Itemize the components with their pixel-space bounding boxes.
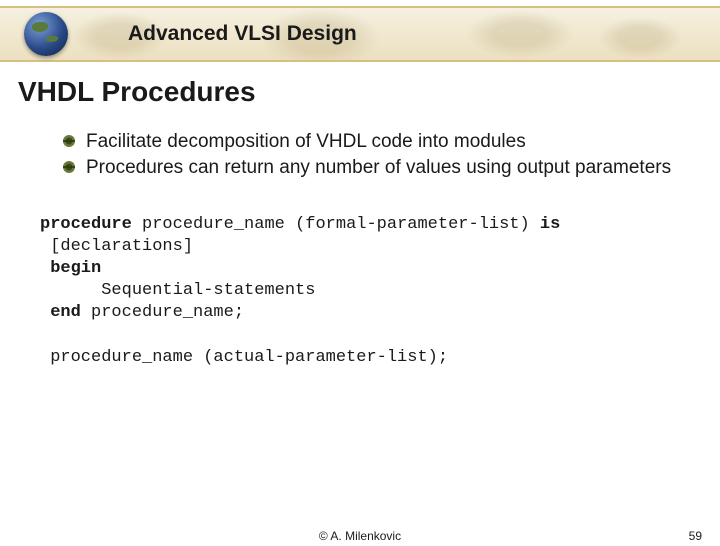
code-line: procedure procedure_name (formal-paramet…: [40, 214, 720, 236]
code-text: procedure_name: [132, 215, 295, 234]
keyword-is: is: [540, 215, 560, 234]
keyword-end: end: [40, 303, 81, 322]
bullet-dot-icon: [62, 160, 76, 174]
code-line: procedure_name (actual-parameter-list);: [40, 348, 720, 367]
bullet-text: Facilitate decomposition of VHDL code in…: [86, 130, 526, 154]
code-text: (formal-parameter-list): [295, 215, 540, 234]
code-line: begin: [40, 258, 720, 280]
header-map-background: [0, 8, 720, 60]
code-line: [declarations]: [40, 236, 720, 258]
footer-copyright: © A. Milenkovic: [319, 529, 401, 543]
code-line: Sequential-statements: [40, 280, 720, 302]
bullet-text: Procedures can return any number of valu…: [86, 156, 671, 180]
slide-title: VHDL Procedures: [18, 76, 720, 108]
globe-icon: [24, 12, 68, 56]
code-text: [declarations]: [40, 237, 193, 256]
bullet-list: Facilitate decomposition of VHDL code in…: [62, 130, 720, 180]
list-item: Procedures can return any number of valu…: [62, 156, 720, 180]
code-text: procedure_name (actual-parameter-list);: [40, 348, 448, 367]
page-number: 59: [689, 529, 702, 543]
header-band: Advanced VLSI Design: [0, 6, 720, 62]
list-item: Facilitate decomposition of VHDL code in…: [62, 130, 720, 154]
code-syntax-block: procedure procedure_name (formal-paramet…: [40, 214, 720, 324]
course-title: Advanced VLSI Design: [128, 22, 357, 46]
bullet-dot-icon: [62, 134, 76, 148]
code-text: procedure_name;: [81, 303, 244, 322]
keyword-begin: begin: [40, 259, 101, 278]
code-text: Sequential-statements: [40, 281, 315, 300]
code-line: end procedure_name;: [40, 302, 720, 324]
code-call-block: procedure_name (actual-parameter-list);: [40, 348, 720, 367]
keyword-procedure: procedure: [40, 215, 132, 234]
